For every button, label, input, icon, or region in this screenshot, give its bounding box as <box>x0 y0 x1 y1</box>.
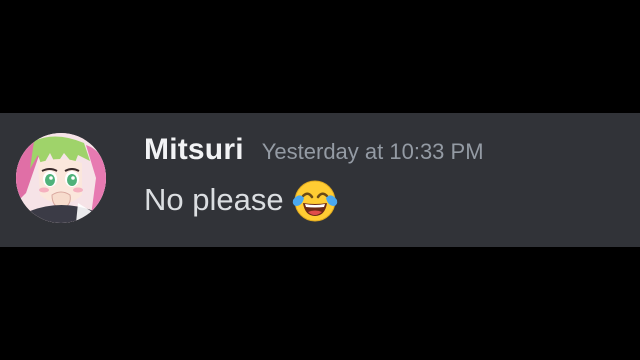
screen: Mitsuri Yesterday at 10:33 PM No please <box>0 0 640 360</box>
timestamp[interactable]: Yesterday at 10:33 PM <box>262 139 484 165</box>
face-with-tears-of-joy-icon-graphic <box>292 180 337 222</box>
avatar-image <box>16 133 106 223</box>
face-with-tears-of-joy-icon[interactable] <box>290 176 340 226</box>
message-content: No please <box>144 177 340 223</box>
avatar[interactable] <box>16 133 106 223</box>
message-header: Mitsuri Yesterday at 10:33 PM <box>144 133 484 173</box>
message-text: No please <box>144 182 284 217</box>
username[interactable]: Mitsuri <box>144 133 244 167</box>
chat-message[interactable]: Mitsuri Yesterday at 10:33 PM No please <box>0 113 640 247</box>
